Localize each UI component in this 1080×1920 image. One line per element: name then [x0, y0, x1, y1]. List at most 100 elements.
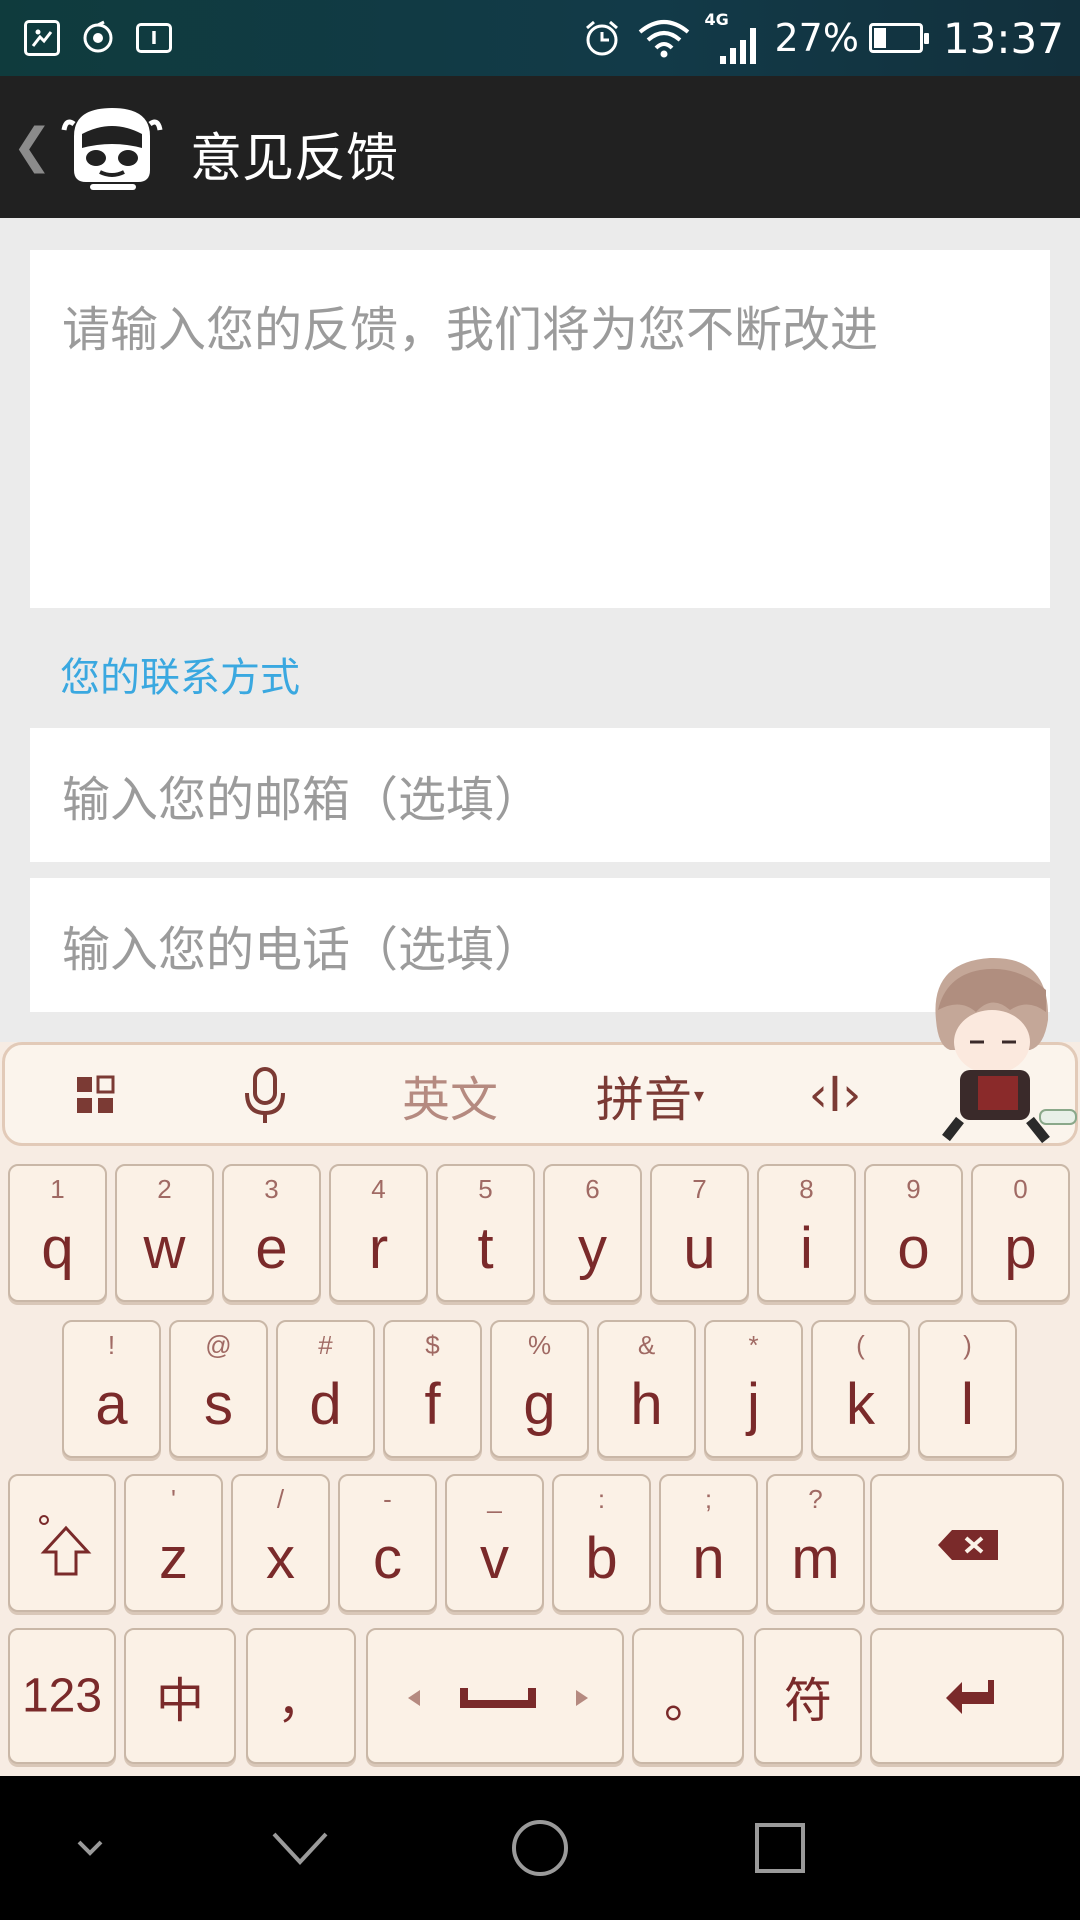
key-d[interactable]: # d [276, 1320, 375, 1458]
key-w[interactable]: 2w [115, 1164, 214, 1302]
key-k[interactable]: (k [811, 1320, 910, 1458]
key-b-alt-label: : [597, 1484, 606, 1514]
battery-percent: 27% [774, 16, 859, 60]
status-right-icons: 4G 27% 13:37 [582, 0, 1064, 76]
key-n-alt-label: ; [704, 1484, 713, 1514]
key-t[interactable]: 5t [436, 1164, 535, 1302]
keyboard-menu-button[interactable] [45, 1045, 145, 1145]
key-p-label: p [1004, 1216, 1037, 1281]
key-p[interactable]: 0p [971, 1164, 1070, 1302]
key-m-alt-label: ? [808, 1484, 823, 1514]
key-o-label: o [897, 1216, 930, 1281]
chinese-key-label: 中 [155, 1675, 204, 1728]
period-key[interactable]: 。 [632, 1628, 744, 1764]
recents-square-icon [755, 1823, 805, 1873]
recents-nav-button[interactable] [730, 1776, 830, 1920]
key-j-label: j [747, 1372, 760, 1437]
chinese-key[interactable]: 中 [124, 1628, 236, 1764]
key-o[interactable]: 9o [864, 1164, 963, 1302]
key-w-alt-label: 2 [157, 1174, 172, 1204]
clock: 13:37 [942, 13, 1064, 63]
back-button[interactable]: ❮ [12, 118, 52, 174]
key-i-label: i [800, 1216, 813, 1281]
key-j-alt-label: * [748, 1330, 759, 1360]
sync-icon [83, 20, 113, 53]
symbols-key[interactable]: 符 [754, 1628, 862, 1764]
status-left-icons: I [24, 0, 172, 76]
shift-key[interactable] [8, 1474, 116, 1612]
key-c-alt-label: - [383, 1484, 392, 1514]
english-mode-button[interactable]: 英文 [375, 1045, 525, 1145]
enter-icon [946, 1680, 994, 1714]
page-title: 意见反馈 [190, 129, 399, 189]
key-q-alt-label: 1 [50, 1174, 65, 1204]
key-z[interactable]: ' z [124, 1474, 223, 1612]
key-u[interactable]: 7u [650, 1164, 749, 1302]
key-c[interactable]: -c [338, 1474, 437, 1612]
pinyin-mode-button[interactable]: 拼音 ▾ [575, 1045, 725, 1145]
status-bar: I 4G 27% 13:37 [0, 0, 1080, 76]
key-s[interactable]: @ s [169, 1320, 268, 1458]
space-key[interactable] [366, 1628, 624, 1764]
system-nav-bar [0, 1776, 1080, 1920]
key-g-label: g [523, 1372, 556, 1437]
key-a-alt-label: ! [107, 1330, 116, 1360]
key-g[interactable]: % g [490, 1320, 589, 1458]
key-v[interactable]: _ v [445, 1474, 544, 1612]
key-p-alt-label: 0 [1013, 1174, 1028, 1204]
key-s-alt-label: @ [205, 1330, 232, 1360]
key-y[interactable]: 6y [543, 1164, 642, 1302]
key-c-label: c [373, 1526, 402, 1591]
key-f-alt-label: $ [425, 1330, 440, 1360]
key-h-alt-label: & [637, 1330, 656, 1360]
key-a[interactable]: ! a [62, 1320, 161, 1458]
keyboard-mascot-sticker [935, 957, 1077, 1144]
key-l[interactable]: ) l [918, 1320, 1017, 1458]
key-u-label: u [683, 1216, 716, 1281]
home-nav-button[interactable] [490, 1776, 590, 1920]
feedback-textarea[interactable]: 请输入您的反馈，我们将为您不断改进 [30, 250, 1050, 608]
grid-icon [77, 1075, 115, 1113]
enter-key[interactable] [870, 1628, 1064, 1764]
email-placeholder: 输入您的邮箱（选填） [62, 772, 543, 828]
key-f-label: f [424, 1372, 441, 1437]
dropdown-arrow-icon: ▾ [693, 1083, 705, 1107]
key-x[interactable]: / x [231, 1474, 330, 1612]
voice-input-button[interactable] [215, 1045, 315, 1145]
hide-keyboard-button[interactable] [40, 1776, 140, 1920]
key-b[interactable]: :b [552, 1474, 651, 1612]
backspace-icon [938, 1530, 998, 1560]
pinyin-mode-label: 拼音 [595, 1072, 692, 1128]
back-nav-button[interactable] [250, 1776, 350, 1920]
key-m[interactable]: ? m [766, 1474, 865, 1612]
backspace-key[interactable] [870, 1474, 1064, 1612]
key-r[interactable]: 4r [329, 1164, 428, 1302]
key-q[interactable]: 1q [8, 1164, 107, 1302]
numbers-key-label: 123 [21, 1669, 103, 1723]
key-n[interactable]: ; n [659, 1474, 758, 1612]
key-e-label: e [255, 1216, 288, 1281]
key-j[interactable]: * j [704, 1320, 803, 1458]
numbers-key[interactable]: 123 [8, 1628, 116, 1764]
key-h[interactable]: & h [597, 1320, 696, 1458]
home-circle-icon [512, 1820, 568, 1876]
key-r-alt-label: 4 [371, 1174, 386, 1204]
key-v-label: v [480, 1526, 509, 1591]
back-arrow-icon: ❮ [12, 118, 53, 174]
cursor-icon: ‹I› [808, 1067, 862, 1123]
period-key-label: 。 [663, 1675, 712, 1728]
key-a-label: a [95, 1372, 128, 1437]
key-b-label: b [585, 1526, 618, 1591]
phone-field[interactable]: 输入您的电话（选填） [30, 878, 1050, 1012]
email-field[interactable]: 输入您的邮箱（选填） [30, 728, 1050, 862]
key-e-alt-label: 3 [264, 1174, 279, 1204]
key-r-label: r [368, 1216, 389, 1281]
comma-key[interactable]: ， [246, 1628, 356, 1764]
key-i[interactable]: 8i [757, 1164, 856, 1302]
key-e[interactable]: 3e [222, 1164, 321, 1302]
key-f[interactable]: $ f [383, 1320, 482, 1458]
key-x-alt-label: / [276, 1484, 285, 1514]
cursor-mode-button[interactable]: ‹I› [775, 1045, 895, 1145]
key-t-label: t [477, 1216, 494, 1281]
wifi-icon [639, 20, 690, 58]
